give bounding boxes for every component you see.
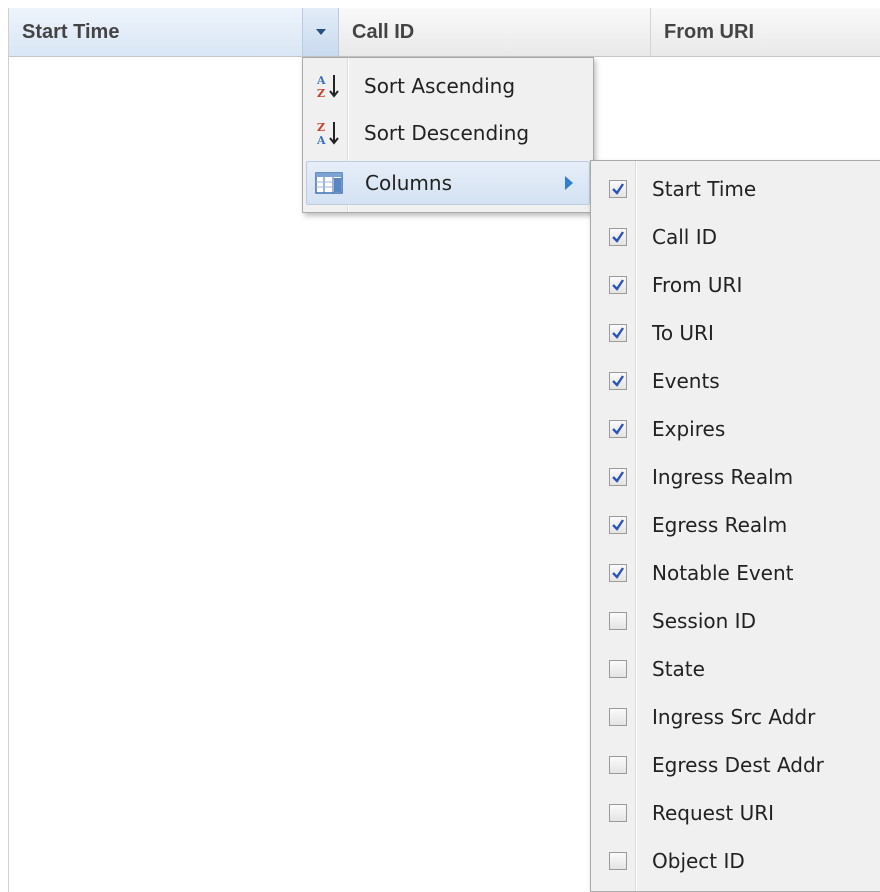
column-toggle-label: Ingress Realm (652, 465, 794, 489)
menu-item-columns[interactable]: Columns (306, 161, 590, 205)
column-toggle-label: Request URI (652, 801, 775, 825)
checkmark-icon (612, 519, 624, 531)
checkbox-icon-container (604, 463, 632, 491)
column-toggle-label: Start Time (652, 177, 757, 201)
checkbox-checked[interactable] (609, 324, 627, 342)
checkbox-icon-container (604, 607, 632, 635)
checkbox-checked[interactable] (609, 420, 627, 438)
column-toggle-item[interactable]: Expires (594, 405, 880, 453)
column-header-label: Call ID (352, 20, 415, 43)
column-toggle-item[interactable]: Object ID (594, 837, 880, 885)
column-header-from-uri[interactable]: From URI (651, 8, 880, 56)
column-toggle-item[interactable]: Egress Dest Addr (594, 741, 880, 789)
menu-item-sort-descending[interactable]: Z A Sort Descending (306, 111, 590, 155)
svg-text:A: A (316, 134, 326, 147)
checkbox-checked[interactable] (609, 564, 627, 582)
checkbox-unchecked[interactable] (609, 756, 627, 774)
column-header-label: Start Time (22, 20, 120, 43)
checkbox-icon-container (604, 847, 632, 875)
menu-item-label: Columns (365, 171, 453, 195)
checkbox-unchecked[interactable] (609, 804, 627, 822)
svg-text:Z: Z (317, 121, 325, 134)
menu-item-label: Sort Descending (364, 121, 530, 145)
column-toggle-item[interactable]: Ingress Src Addr (594, 693, 880, 741)
checkmark-icon (612, 471, 624, 483)
checkbox-unchecked[interactable] (609, 660, 627, 678)
checkbox-icon-container (604, 271, 632, 299)
checkmark-icon (612, 231, 624, 243)
checkmark-icon (612, 327, 624, 339)
columns-icon (315, 169, 343, 197)
column-header-label: From URI (664, 20, 754, 43)
column-menu: A Z Sort Ascending Z A Sort Descending C… (302, 57, 594, 213)
svg-text:A: A (316, 74, 326, 87)
column-toggle-label: Expires (652, 417, 726, 441)
checkmark-icon (612, 423, 624, 435)
column-toggle-item[interactable]: Request URI (594, 789, 880, 837)
column-toggle-label: Egress Dest Addr (652, 753, 824, 777)
checkbox-unchecked[interactable] (609, 852, 627, 870)
checkbox-icon-container (604, 319, 632, 347)
menu-item-label: Sort Ascending (364, 74, 516, 98)
grid-header: Start Time Call ID From URI (9, 8, 880, 57)
column-toggle-label: State (652, 657, 705, 681)
checkbox-unchecked[interactable] (609, 612, 627, 630)
column-toggle-item[interactable]: State (594, 645, 880, 693)
column-toggle-label: Events (652, 369, 720, 393)
checkbox-checked[interactable] (609, 516, 627, 534)
checkmark-icon (612, 375, 624, 387)
column-toggle-item[interactable]: Call ID (594, 213, 880, 261)
column-toggle-label: Egress Realm (652, 513, 788, 537)
column-toggle-label: From URI (652, 273, 743, 297)
submenu-arrow-icon (565, 176, 573, 190)
checkbox-icon-container (604, 703, 632, 731)
column-toggle-item[interactable]: Events (594, 357, 880, 405)
checkbox-checked[interactable] (609, 372, 627, 390)
column-toggle-item[interactable]: From URI (594, 261, 880, 309)
column-toggle-label: Object ID (652, 849, 745, 873)
checkbox-checked[interactable] (609, 276, 627, 294)
checkbox-icon-container (604, 799, 632, 827)
column-toggle-label: Session ID (652, 609, 756, 633)
checkbox-icon-container (604, 367, 632, 395)
checkbox-checked[interactable] (609, 468, 627, 486)
column-toggle-item[interactable]: To URI (594, 309, 880, 357)
column-toggle-item[interactable]: Egress Realm (594, 501, 880, 549)
column-toggle-item[interactable]: Session ID (594, 597, 880, 645)
column-toggle-item[interactable]: Start Time (594, 165, 880, 213)
column-toggle-label: To URI (652, 321, 714, 345)
column-header-call-id[interactable]: Call ID (339, 8, 651, 56)
checkbox-checked[interactable] (609, 180, 627, 198)
checkbox-icon-container (604, 511, 632, 539)
checkmark-icon (612, 183, 624, 195)
svg-text:Z: Z (317, 87, 325, 100)
caret-down-icon (315, 29, 326, 35)
menu-item-sort-ascending[interactable]: A Z Sort Ascending (306, 64, 590, 108)
column-toggle-label: Call ID (652, 225, 717, 249)
sort-ascending-icon: A Z (314, 72, 342, 100)
checkbox-icon-container (604, 655, 632, 683)
column-toggle-label: Ingress Src Addr (652, 705, 816, 729)
column-toggle-item[interactable]: Ingress Realm (594, 453, 880, 501)
checkbox-icon-container (604, 415, 632, 443)
column-menu-trigger[interactable] (302, 8, 338, 56)
column-toggle-item[interactable]: Notable Event (594, 549, 880, 597)
checkbox-icon-container (604, 175, 632, 203)
columns-submenu: Start Time Call ID From URI To URI Events Exp… (590, 160, 880, 892)
checkbox-icon-container (604, 559, 632, 587)
sort-descending-icon: Z A (314, 119, 342, 147)
checkmark-icon (612, 567, 624, 579)
checkbox-icon-container (604, 751, 632, 779)
checkbox-icon-container (604, 223, 632, 251)
checkbox-unchecked[interactable] (609, 708, 627, 726)
checkmark-icon (612, 279, 624, 291)
checkbox-checked[interactable] (609, 228, 627, 246)
column-toggle-label: Notable Event (652, 561, 794, 585)
column-header-start-time[interactable]: Start Time (9, 8, 339, 56)
